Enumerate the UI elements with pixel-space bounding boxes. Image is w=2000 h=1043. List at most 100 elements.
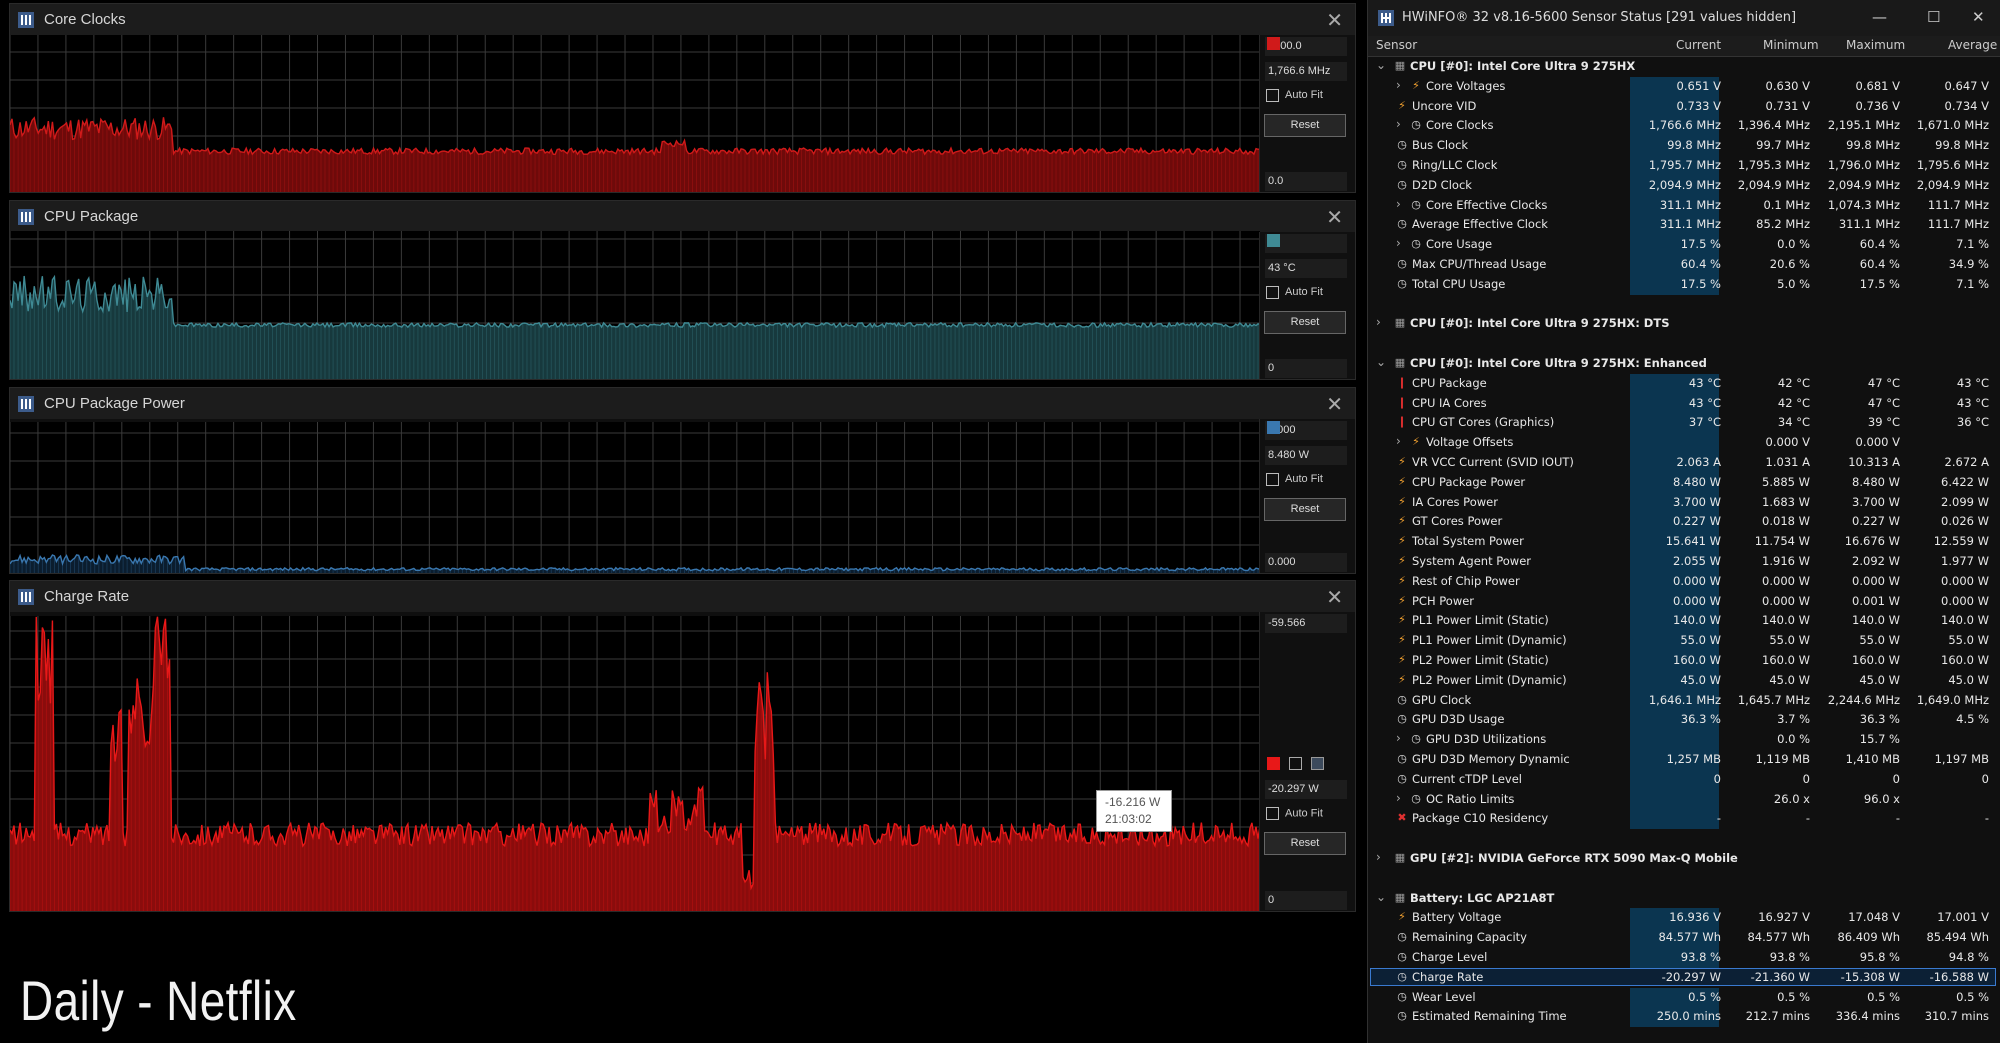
sensor-row[interactable]: ◷ GPU D3D Memory Dynamic 1,257 MB 1,119 MB 1… [1368,750,2000,770]
auto-fit-checkbox[interactable]: Auto Fit [1266,286,1323,299]
sensor-row[interactable]: ⚡ Rest of Chip Power 0.000 W 0.000 W 0.000 W… [1368,571,2000,592]
sensor-row[interactable]: ⚡ PL2 Power Limit (Static) 160.0 W 160.0 W 1… [1368,651,2000,671]
sensor-row[interactable]: › ⚡ Voltage Offsets 0.000 V 0.000 V [1368,433,2000,453]
checkbox-box[interactable] [1266,89,1279,102]
sensor-row[interactable]: ◷ Average Effective Clock 311.1 MHz 85.2 MH… [1368,215,2000,236]
graph-plot[interactable] [10,231,1260,379]
auto-fit-checkbox[interactable]: Auto Fit [1266,89,1323,102]
sensor-row[interactable]: ❙ CPU GT Cores (Graphics) 37 °C 34 °C 39 °C 3… [1368,413,2000,434]
sensor-row[interactable]: ◷ Estimated Remaining Time 250.0 mins 212.7… [1368,1007,2000,1028]
sensor-row[interactable]: ✖ Package C10 Residency - - - - [1368,809,2000,830]
line-color-swatch[interactable] [1267,421,1280,434]
checkbox-box[interactable] [1266,286,1279,299]
graph-plot[interactable] [10,616,1260,911]
expand-icon[interactable]: › [1396,791,1401,805]
col-average[interactable]: Average [1948,38,1997,52]
minimize-button[interactable]: — [1872,8,1887,26]
col-minimum[interactable]: Minimum [1763,38,1819,52]
sensor-row[interactable]: ◷ Current cTDP Level 0 0 0 0 [1368,769,2000,790]
collapse-icon[interactable]: ⌄ [1376,890,1386,904]
close-icon[interactable]: ✕ [1326,392,1343,417]
sensor-row[interactable]: ◷ Max CPU/Thread Usage 60.4 % 20.6 % 60.4 % 3… [1368,255,2000,275]
sensor-row[interactable]: ◷ Remaining Capacity 84.577 Wh 84.577 Wh 86.… [1368,928,2000,948]
sensor-row[interactable]: ⚡ VR VCC Current (SVID IOUT) 2.063 A 1.031 … [1368,453,2000,473]
expand-icon[interactable]: › [1396,197,1401,211]
expand-icon[interactable]: › [1376,850,1381,864]
sensor-row[interactable]: ◷ D2D Clock 2,094.9 MHz 2,094.9 MHz 2,094.9 … [1368,175,2000,196]
maximize-button[interactable]: ☐ [1927,8,1940,26]
graph-window-charge-rate[interactable]: Charge Rate ✕ -59.566 -20.297 W Auto Fit Rese… [9,580,1356,912]
sensor-row[interactable]: ⚡ GT Cores Power 0.227 W 0.018 W 0.227 W 0.02… [1368,512,2000,533]
auto-fit-checkbox[interactable]: Auto Fit [1266,473,1323,486]
sensor-row[interactable]: ◷ Total CPU Usage 17.5 % 5.0 % 17.5 % 7.1 % [1368,274,2000,295]
sensor-row[interactable]: ⚡ System Agent Power 2.055 W 1.916 W 2.092 W… [1368,552,2000,572]
col-current[interactable]: Current [1676,38,1721,52]
expand-icon[interactable]: › [1396,731,1401,745]
sensor-group[interactable]: › ▦ CPU [#0]: Intel Core Ultra 9 275HX: DT… [1368,314,2000,334]
col-maximum[interactable]: Maximum [1846,38,1905,52]
sensor-row[interactable]: ⚡ PL2 Power Limit (Dynamic) 45.0 W 45.0 W 45… [1368,670,2000,691]
background-color-swatch[interactable] [1311,757,1324,770]
close-icon[interactable]: ✕ [1326,205,1343,230]
sensor-group[interactable]: › ▦ GPU [#2]: NVIDIA GeForce RTX 5090 Max-… [1368,849,2000,869]
graph-titlebar[interactable]: CPU Package Power ✕ [10,388,1355,419]
line-color-swatch[interactable] [1267,757,1280,770]
graph-window-cpu-package-power[interactable]: CPU Package Power ✕ 9.000 8.480 W Auto Fit Re… [9,387,1356,574]
sensor-row[interactable]: › ◷ Core Effective Clocks 311.1 MHz 0.1 MHz 1… [1368,195,2000,216]
sensor-row[interactable]: ◷ Ring/LLC Clock 1,795.7 MHz 1,795.3 MHz 1,7… [1368,156,2000,176]
expand-icon[interactable]: › [1396,434,1401,448]
sensor-group[interactable]: ⌄ ▦ CPU [#0]: Intel Core Ultra 9 275HX: En… [1368,354,2000,374]
collapse-icon[interactable]: ⌄ [1376,58,1386,72]
sensor-row[interactable]: ⚡ Battery Voltage 16.936 V 16.927 V 17.048 V… [1368,908,2000,929]
expand-icon[interactable]: › [1396,236,1401,250]
expand-icon[interactable]: › [1396,78,1401,92]
sensor-row[interactable]: ◷ Charge Rate -20.297 W -21.360 W -15.308 W -… [1368,967,2000,988]
close-icon[interactable]: ✕ [1326,585,1343,610]
graph-window-core-clocks[interactable]: Core Clocks ✕ 2200.0 1,766.6 MHz Auto Fit Res… [9,3,1356,193]
sensor-row[interactable]: › ◷ OC Ratio Limits 26.0 x 96.0 x [1368,789,2000,810]
close-button[interactable]: ✕ [1972,8,1985,26]
sensor-row[interactable]: ⚡ PL1 Power Limit (Static) 140.0 W 140.0 W 1… [1368,611,2000,632]
sensor-row[interactable]: ⚡ PL1 Power Limit (Dynamic) 55.0 W 55.0 W 55… [1368,631,2000,651]
sensor-row[interactable]: ⚡ Total System Power 15.641 W 11.754 W 16.67… [1368,532,2000,552]
collapse-icon[interactable]: ⌄ [1376,355,1386,369]
reset-button[interactable]: Reset [1264,498,1346,521]
sensor-row[interactable]: ⚡ Uncore VID 0.733 V 0.731 V 0.736 V 0.734 V [1368,96,2000,117]
checkbox-box[interactable] [1266,807,1279,820]
hwinfo-sensor-window[interactable]: HWiNFO® 32 v8.16-5600 Sensor Status [291… [1367,0,2000,1043]
graph-plot[interactable] [10,35,1260,192]
fill-color-swatch[interactable] [1289,757,1302,770]
graph-window-cpu-package[interactable]: CPU Package ✕ 43 °C Auto Fit Reset 0 [9,200,1356,380]
line-color-swatch[interactable] [1267,37,1280,50]
sensor-row[interactable]: ⚡ IA Cores Power 3.700 W 1.683 W 3.700 W 2.09… [1368,492,2000,513]
sensor-row[interactable]: ❙ CPU IA Cores 43 °C 42 °C 47 °C 43 °C [1368,393,2000,414]
graph-titlebar[interactable]: Core Clocks ✕ [10,4,1355,35]
line-color-swatch[interactable] [1267,234,1280,247]
sensor-row[interactable]: › ⚡ Core Voltages 0.651 V 0.630 V 0.681 V 0.64… [1368,76,2000,97]
sensor-row[interactable]: ◷ Bus Clock 99.8 MHz 99.7 MHz 99.8 MHz 99.8 M… [1368,136,2000,156]
sensor-row[interactable]: ◷ Wear Level 0.5 % 0.5 % 0.5 % 0.5 % [1368,987,2000,1008]
reset-button[interactable]: Reset [1264,114,1346,137]
reset-button[interactable]: Reset [1264,311,1346,334]
graph-titlebar[interactable]: Charge Rate ✕ [10,581,1355,612]
expand-icon[interactable]: › [1396,117,1401,131]
sensor-row[interactable]: ◷ GPU D3D Usage 36.3 % 3.7 % 36.3 % 4.5 % [1368,710,2000,731]
graph-titlebar[interactable]: CPU Package ✕ [10,201,1355,232]
checkbox-box[interactable] [1266,473,1279,486]
sensor-row[interactable]: ⚡ CPU Package Power 8.480 W 5.885 W 8.480 W 6… [1368,472,2000,493]
sensor-row[interactable]: ⚡ PCH Power 0.000 W 0.000 W 0.001 W 0.000 W [1368,591,2000,612]
sensor-row[interactable]: › ◷ Core Clocks 1,766.6 MHz 1,396.4 MHz 2,195… [1368,116,2000,137]
reset-button[interactable]: Reset [1264,832,1346,855]
hwinfo-titlebar[interactable]: HWiNFO® 32 v8.16-5600 Sensor Status [291… [1368,0,2000,36]
auto-fit-checkbox[interactable]: Auto Fit [1266,807,1323,820]
sensor-row[interactable]: › ◷ Core Usage 17.5 % 0.0 % 60.4 % 7.1 % [1368,235,2000,255]
sensor-group[interactable]: ⌄ ▦ CPU [#0]: Intel Core Ultra 9 275HX [1368,57,2000,77]
close-icon[interactable]: ✕ [1326,8,1343,33]
sensor-row[interactable]: ❙ CPU Package 43 °C 42 °C 47 °C 43 °C [1368,373,2000,394]
graph-plot[interactable] [10,422,1260,573]
expand-icon[interactable]: › [1376,315,1381,329]
sensor-row[interactable]: ◷ Charge Level 93.8 % 93.8 % 95.8 % 94.8 % [1368,948,2000,968]
col-sensor[interactable]: Sensor [1376,38,1417,52]
sensor-group[interactable]: ⌄ ▦ Battery: LGC AP21A8T [1368,889,2000,909]
sensor-row[interactable]: › ◷ GPU D3D Utilizations 0.0 % 15.7 % [1368,730,2000,750]
